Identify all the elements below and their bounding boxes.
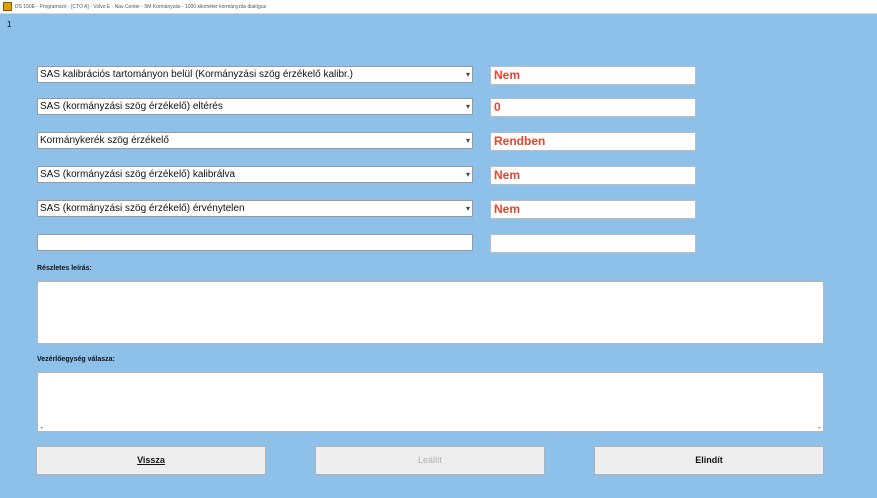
app-icon [3, 2, 12, 11]
parameter-value [490, 234, 696, 253]
dropdown-arrow-icon[interactable]: ▾ [466, 201, 470, 216]
ecu-response-label: Vezérlőegység válasza: [37, 356, 115, 363]
dropdown-arrow-icon[interactable]: ▾ [466, 133, 470, 148]
parameter-value: 0 [490, 98, 696, 117]
parameter-select-label: SAS (kormányzási szög érzékelő) érvényte… [40, 203, 245, 214]
window-title: DS 150E - Programozó - [CTO A] - Volvo E… [15, 3, 267, 10]
start-button-label: Elindít [695, 455, 723, 465]
parameter-select-label: Kormánykerék szög érzékelő [40, 135, 169, 146]
parameter-value: Nem [490, 166, 696, 185]
window-titlebar: DS 150E - Programozó - [CTO A] - Volvo E… [0, 0, 877, 14]
scroll-right-icon[interactable]: ▸ [818, 425, 821, 431]
details-textarea[interactable] [37, 281, 824, 344]
dropdown-arrow-icon[interactable]: ▾ [466, 99, 470, 114]
parameter-value: Nem [490, 66, 696, 85]
parameter-select[interactable]: SAS (kormányzási szög érzékelő) eltérés … [37, 98, 473, 115]
back-button[interactable]: Vissza [36, 446, 266, 475]
stop-button-label: Leállít [417, 455, 443, 465]
parameter-select[interactable]: Kormánykerék szög érzékelő ▾ [37, 132, 473, 149]
back-button-label: Vissza [137, 455, 165, 465]
dropdown-arrow-icon[interactable]: ▾ [466, 167, 470, 182]
dropdown-arrow-icon[interactable]: ▾ [466, 67, 470, 82]
start-button[interactable]: Elindít [594, 446, 824, 475]
parameter-select[interactable] [37, 234, 473, 251]
parameter-select[interactable]: SAS kalibrációs tartományon belül (Kormá… [37, 66, 473, 83]
details-label: Részletes leírás: [37, 265, 92, 272]
parameter-select[interactable]: SAS (kormányzási szög érzékelő) kalibrál… [37, 166, 473, 183]
parameter-value: Nem [490, 200, 696, 219]
parameter-select-label: SAS (kormányzási szög érzékelő) kalibrál… [40, 169, 236, 180]
parameter-select-label: SAS kalibrációs tartományon belül (Kormá… [40, 69, 353, 80]
corner-mark: 1 [7, 20, 12, 29]
parameter-value: Rendben [490, 132, 696, 151]
stop-button[interactable]: Leállít [315, 446, 545, 475]
scroll-left-icon[interactable]: ◂ [40, 425, 43, 431]
parameter-select[interactable]: SAS (kormányzási szög érzékelő) érvényte… [37, 200, 473, 217]
ecu-response-textarea[interactable]: ◂ ▸ [37, 372, 824, 432]
parameter-select-label: SAS (kormányzási szög érzékelő) eltérés [40, 101, 223, 112]
